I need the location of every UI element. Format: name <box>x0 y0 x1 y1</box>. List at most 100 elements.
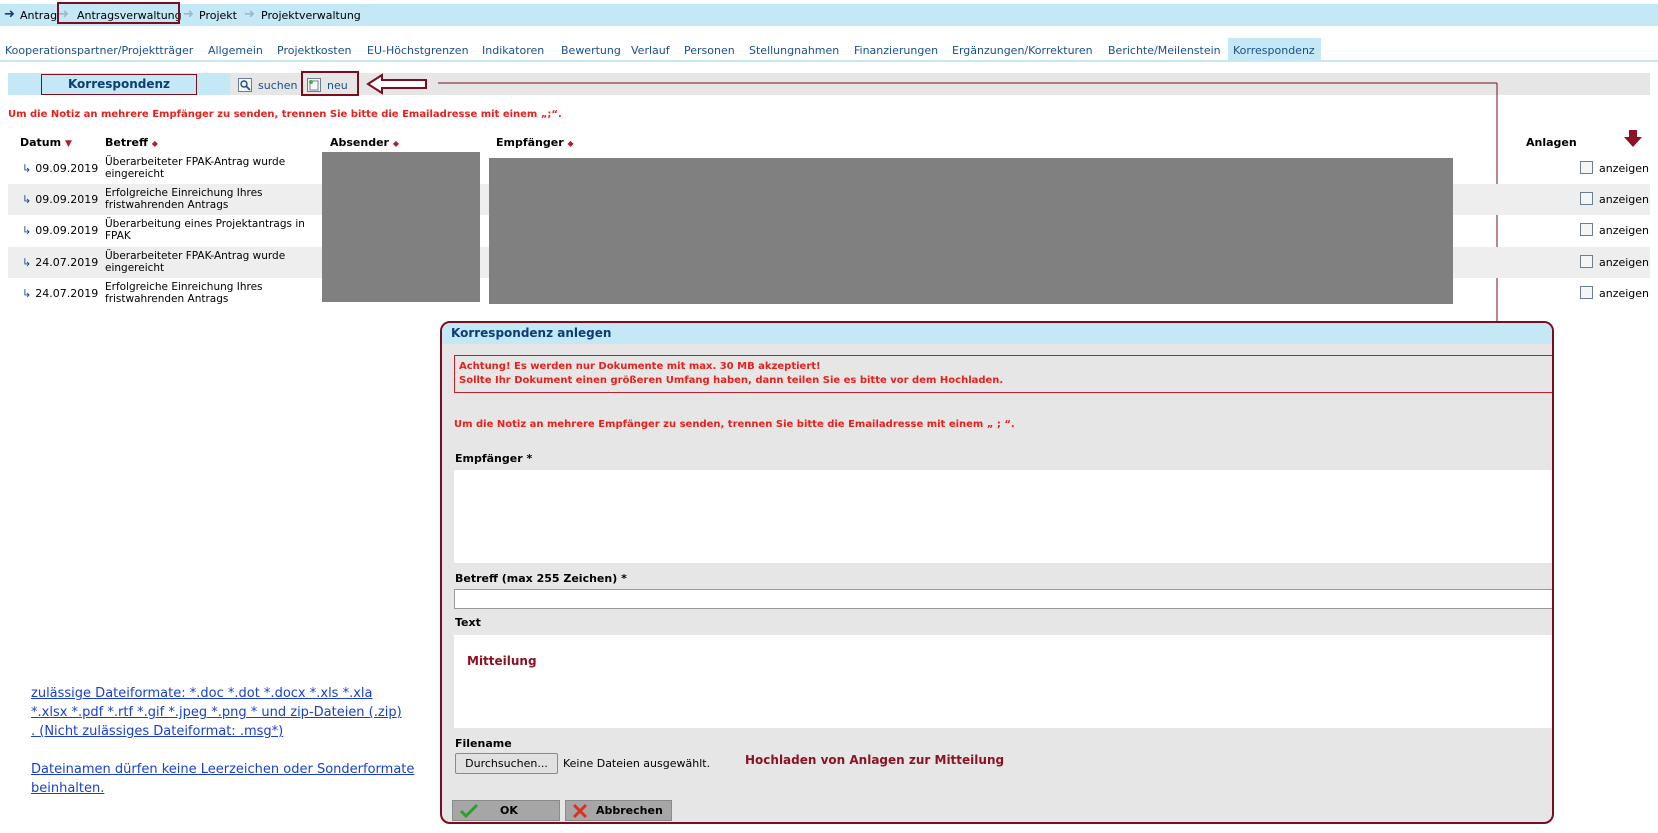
highlight-frame <box>57 2 180 24</box>
upload-annotation: Hochladen von Anlagen zur Mitteilung <box>745 753 1005 767</box>
reply-arrow-icon: ↳ <box>22 256 32 269</box>
formats-line-1: zulässige Dateiformate: *.doc *.dot *.do… <box>31 686 373 701</box>
recipient-field[interactable] <box>454 470 1552 563</box>
view-icon[interactable] <box>1580 223 1593 236</box>
cancel-button-label: Abbrechen <box>596 804 663 817</box>
redacted-recipient-block <box>489 158 1453 304</box>
tab-allgemein[interactable]: Allgemein <box>208 44 263 57</box>
column-header-subject[interactable]: Betreff ◆ <box>105 136 158 149</box>
required-mark: * <box>526 452 533 465</box>
column-header-date-label: Datum <box>20 136 62 149</box>
close-icon <box>572 803 588 819</box>
warning-line-1: Achtung! Es werden nur Dokumente mit max… <box>459 361 821 372</box>
arrow-right-icon: ➜ <box>183 7 194 22</box>
view-link[interactable]: anzeigen <box>1599 162 1649 175</box>
filename-rules-link[interactable]: Dateinamen dürfen keine Leerzeichen oder… <box>31 760 414 798</box>
checkmark-icon <box>459 803 479 819</box>
formats-line-2: *.xlsx *.pdf *.rtf *.gif *.jpeg *.png * … <box>31 705 402 720</box>
view-link[interactable]: anzeigen <box>1599 256 1649 269</box>
view-icon[interactable] <box>1580 161 1593 174</box>
column-header-recipient[interactable]: Empfänger ◆ <box>496 136 574 149</box>
row-date: ↳ 24.07.2019 <box>22 256 98 269</box>
section-title: Korrespondenz <box>41 74 197 95</box>
tab-ergaenzungen[interactable]: Ergänzungen/Korrekturen <box>952 44 1093 57</box>
no-file-text: Keine Dateien ausgewählt. <box>563 757 711 770</box>
names-line-1: Dateinamen dürfen keine Leerzeichen oder… <box>31 762 415 777</box>
highlight-frame <box>301 71 359 96</box>
search-button[interactable]: suchen <box>258 79 297 92</box>
column-header-date[interactable]: Datum ▼ <box>20 136 72 149</box>
browse-button[interactable]: Durchsuchen... <box>455 753 558 774</box>
sort-icon: ◆ <box>567 139 574 148</box>
reply-arrow-icon: ↳ <box>22 224 32 237</box>
sort-icon: ◆ <box>151 139 158 148</box>
column-header-subject-label: Betreff <box>105 136 148 149</box>
row-subject: Überarbeiteter FPAK-Antrag wurde eingere… <box>105 156 286 180</box>
arrow-right-icon: ➜ <box>244 7 255 22</box>
row-date-value: 24.07.2019 <box>35 256 99 269</box>
row-subject: Erfolgreiche Einreichung Ihres fristwahr… <box>105 187 263 211</box>
arrow-right-icon: ➜ <box>4 7 15 22</box>
tab-finanzierungen[interactable]: Finanzierungen <box>854 44 938 57</box>
breadcrumb-item-antrag[interactable]: Antrag <box>20 9 57 22</box>
subject-input[interactable] <box>454 589 1552 609</box>
row-date-value: 09.09.2019 <box>35 224 99 237</box>
tab-indikatoren[interactable]: Indikatoren <box>482 44 544 57</box>
tab-bewertung[interactable]: Bewertung <box>561 44 621 57</box>
dialog-header: Korrespondenz anlegen <box>442 323 1552 344</box>
filename-label: Filename <box>455 737 512 750</box>
ok-button-label: OK <box>500 804 518 817</box>
required-mark: * <box>621 572 627 585</box>
row-date-value: 24.07.2019 <box>35 287 99 300</box>
tab-bar: Kooperationspartner/Projektträger Allgem… <box>0 38 1658 62</box>
view-link[interactable]: anzeigen <box>1599 287 1649 300</box>
row-date: ↳ 09.09.2019 <box>22 162 98 175</box>
row-date: ↳ 09.09.2019 <box>22 193 98 206</box>
create-correspondence-dialog: Korrespondenz anlegen Achtung! Es werden… <box>440 321 1554 824</box>
tab-korrespondenz[interactable]: Korrespondenz <box>1233 44 1315 57</box>
sort-icon: ◆ <box>392 139 399 148</box>
view-icon[interactable] <box>1580 286 1593 299</box>
redacted-sender-block <box>322 152 480 302</box>
size-warning-box: Achtung! Es werden nur Dokumente mit max… <box>454 355 1552 393</box>
cancel-button[interactable]: Abbrechen <box>565 800 672 821</box>
subject-label-text: Betreff (max 255 Zeichen) <box>455 572 618 585</box>
reply-arrow-icon: ↳ <box>22 193 32 206</box>
search-icon[interactable] <box>238 78 252 92</box>
view-icon[interactable] <box>1580 255 1593 268</box>
allowed-formats-link[interactable]: zulässige Dateiformate: *.doc *.dot *.do… <box>31 684 402 741</box>
view-link[interactable]: anzeigen <box>1599 224 1649 237</box>
row-subject: Überarbeiteter FPAK-Antrag wurde eingere… <box>105 250 286 274</box>
message-annotation: Mitteilung <box>467 654 537 668</box>
breadcrumb-item-projektverwaltung[interactable]: Projektverwaltung <box>261 9 361 22</box>
reply-arrow-icon: ↳ <box>22 287 32 300</box>
column-header-sender-label: Absender <box>330 136 389 149</box>
dialog-notice: Um die Notiz an mehrere Empfänger zu sen… <box>454 419 1015 430</box>
warning-line-2: Sollte Ihr Dokument einen größeren Umfan… <box>459 375 1004 386</box>
breadcrumb: ➜ Antrag ➜ Antragsverwaltung ➜ Projekt ➜… <box>0 4 1658 26</box>
row-subject: Überarbeitung eines Projektantrags in FP… <box>105 218 305 242</box>
breadcrumb-item-projekt[interactable]: Projekt <box>199 9 237 22</box>
view-link[interactable]: anzeigen <box>1599 193 1649 206</box>
sort-down-icon: ▼ <box>64 139 72 149</box>
arrow-down-icon <box>1624 130 1642 147</box>
row-date-value: 09.09.2019 <box>35 193 99 206</box>
dialog-title: Korrespondenz anlegen <box>451 326 612 340</box>
ok-button[interactable]: OK <box>452 800 560 821</box>
tab-stellungnahmen[interactable]: Stellungnahmen <box>749 44 839 57</box>
tab-eu-hoechstgrenzen[interactable]: EU-Höchstgrenzen <box>367 44 469 57</box>
tab-berichte[interactable]: Berichte/Meilenstein <box>1108 44 1221 57</box>
row-date: ↳ 09.09.2019 <box>22 224 98 237</box>
column-header-sender[interactable]: Absender ◆ <box>330 136 399 149</box>
text-area[interactable]: Mitteilung <box>454 635 1552 728</box>
view-icon[interactable] <box>1580 192 1593 205</box>
tab-projektkosten[interactable]: Projektkosten <box>277 44 351 57</box>
row-subject: Erfolgreiche Einreichung Ihres fristwahr… <box>105 281 263 305</box>
subject-label: Betreff (max 255 Zeichen) * <box>455 572 627 585</box>
tab-verlauf[interactable]: Verlauf <box>631 44 670 57</box>
tab-kooperationspartner[interactable]: Kooperationspartner/Projektträger <box>5 44 193 57</box>
text-label: Text <box>455 616 481 629</box>
column-header-attachments: Anlagen <box>1526 136 1577 149</box>
names-line-2: beinhalten. <box>31 781 105 796</box>
tab-personen[interactable]: Personen <box>684 44 735 57</box>
